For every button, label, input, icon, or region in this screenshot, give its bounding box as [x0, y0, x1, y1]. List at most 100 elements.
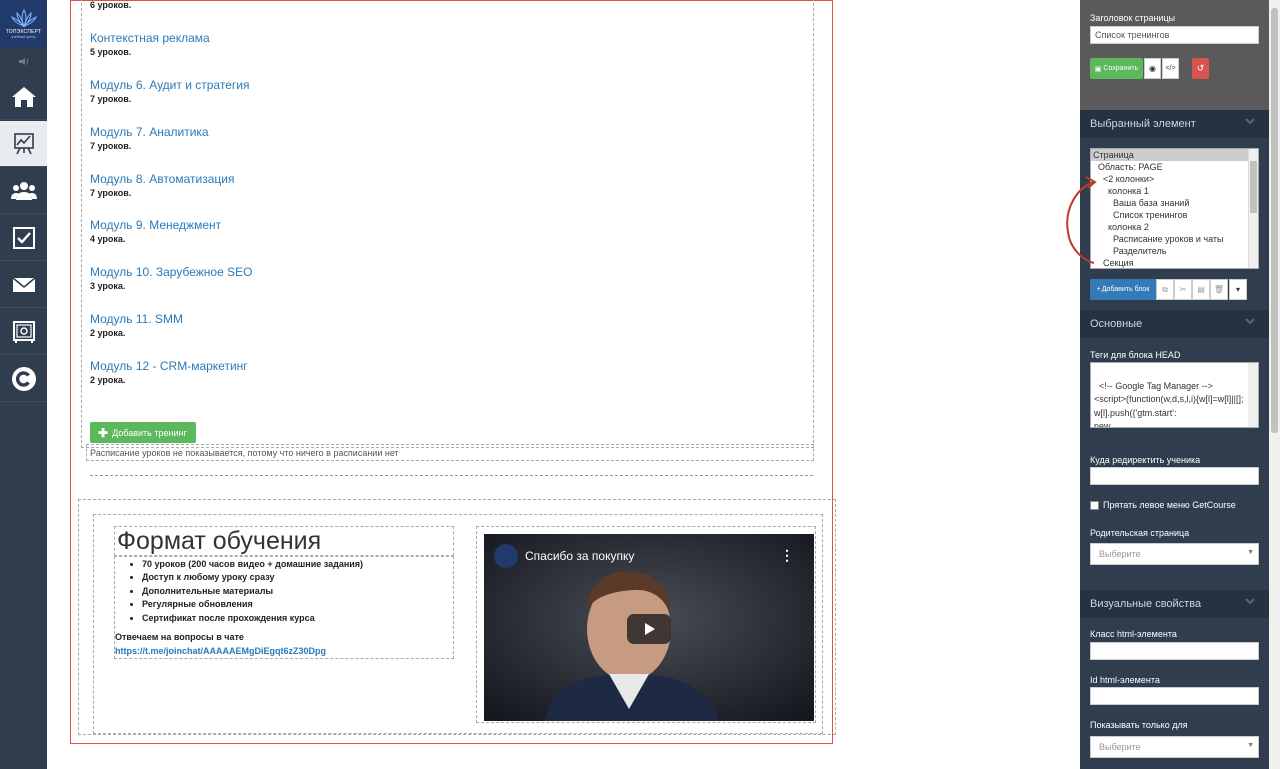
list-item: Контекстная реклама 5 уроков. — [90, 31, 210, 58]
id-input[interactable] — [1090, 687, 1259, 705]
scroll-thumb[interactable] — [1271, 8, 1278, 433]
course-title[interactable]: Модуль 9. Менеджмент — [90, 218, 221, 232]
selected-element-header[interactable]: Выбранный элемент — [1080, 110, 1269, 138]
page-scrollbar[interactable] — [1269, 0, 1280, 769]
redirect-input[interactable] — [1090, 467, 1259, 485]
list-item: Регулярные обновления — [142, 598, 363, 611]
nav-messages[interactable] — [0, 262, 47, 308]
delete-button[interactable]: 🗑 — [1210, 279, 1228, 300]
class-input[interactable] — [1090, 642, 1259, 660]
play-button[interactable] — [627, 614, 671, 644]
more-actions-dropdown[interactable]: ▾ — [1229, 279, 1247, 300]
show-only-select[interactable]: Выберите ▼ — [1090, 736, 1259, 758]
add-training-button[interactable]: ✚ Добавить тренинг — [90, 422, 196, 443]
basic-section-header[interactable]: Основные — [1080, 310, 1269, 338]
code-button[interactable]: </> — [1162, 58, 1179, 79]
save-button[interactable]: ▣ Сохранить — [1090, 58, 1143, 79]
nav-users[interactable] — [0, 168, 47, 214]
tree-item[interactable]: колонка 1 — [1091, 185, 1258, 197]
paste-icon: ▤ — [1197, 285, 1205, 294]
nav-getcourse[interactable] — [0, 356, 47, 402]
lotus-logo-icon — [10, 8, 37, 28]
copy-button[interactable]: ⧉ — [1156, 279, 1174, 300]
course-title[interactable]: Контекстная реклама — [90, 31, 210, 45]
tasks-checkbox-icon — [12, 226, 35, 249]
course-lessons-count: 3 урока. — [90, 281, 126, 291]
list-item: Модуль 11. SMM 2 урока. — [90, 312, 183, 339]
list-item: Модуль 10. Зарубежное SEO 3 урока. — [90, 265, 252, 292]
tree-item[interactable]: Ваша база знаний — [1091, 197, 1258, 209]
nav-tasks[interactable] — [0, 215, 47, 261]
select-placeholder: Выберите — [1099, 742, 1141, 752]
preview-button[interactable]: ◉ — [1144, 58, 1161, 79]
tree-item[interactable]: Разделитель — [1091, 245, 1258, 257]
visual-section-header[interactable]: Визуальные свойства — [1080, 590, 1269, 618]
users-icon — [10, 181, 37, 200]
video-title[interactable]: Спасибо за покупку — [525, 549, 634, 563]
tree-scrollbar[interactable] — [1248, 149, 1258, 268]
home-icon — [11, 86, 36, 107]
video-player[interactable]: Спасибо за покупку ⋮ — [484, 534, 814, 721]
element-tree[interactable]: Страница Область: PAGE <2 колонки> колон… — [1090, 148, 1259, 269]
chevron-down-icon — [1245, 118, 1255, 125]
sound-icon[interactable] — [0, 50, 47, 72]
list-item: Модуль 7. Аналитика 7 уроков. — [90, 125, 209, 152]
tree-item[interactable]: Секция — [1091, 257, 1258, 268]
channel-avatar[interactable] — [494, 544, 518, 568]
chart-icon — [13, 132, 34, 154]
add-training-label: Добавить тренинг — [112, 427, 187, 438]
caret-down-icon: ▼ — [1247, 549, 1254, 556]
course-lessons-count: 7 уроков. — [90, 94, 132, 104]
course-lessons-count: 7 уроков. — [90, 188, 132, 198]
telegram-chat-link[interactable]: https://t.me/joinchat/AAAAAEMgDiEgqt6zZ3… — [115, 646, 326, 656]
trash-icon: 🗑 — [1213, 285, 1225, 294]
select-placeholder: Выберите — [1099, 549, 1141, 559]
nav-sales[interactable] — [0, 309, 47, 355]
format-title: Формат обучения — [117, 527, 322, 555]
annotation-arrow — [1066, 176, 1097, 264]
course-lessons-count: 2 урока. — [90, 375, 126, 385]
tree-item[interactable]: Страница — [1091, 149, 1258, 161]
page-title-input[interactable]: Список тренингов — [1090, 26, 1259, 44]
section-title: Визуальные свойства — [1090, 598, 1202, 610]
head-tags-value: <!-- Google Tag Manager --> <script>(fun… — [1094, 380, 1244, 428]
list-item: 70 уроков (200 часов видео + домашние за… — [142, 558, 363, 571]
logo[interactable]: ТОПЭКСПЕРТ учебный центр — [0, 0, 47, 47]
paste-button[interactable]: ▤ — [1192, 279, 1210, 300]
tree-item[interactable]: Область: PAGE — [1091, 161, 1258, 173]
eye-icon: ◉ — [1149, 64, 1156, 73]
left-nav: ТОПЭКСПЕРТ учебный центр — [0, 0, 47, 769]
divider — [90, 475, 813, 476]
play-icon — [645, 623, 655, 635]
head-tags-textarea[interactable]: <!-- Google Tag Manager --> <script>(fun… — [1090, 362, 1259, 428]
course-title[interactable]: Модуль 6. Аудит и стратегия — [90, 78, 249, 92]
tree-item[interactable]: Список тренингов — [1091, 209, 1258, 221]
add-block-button[interactable]: + Добавить блок — [1090, 279, 1156, 300]
parent-page-select[interactable]: Выберите ▼ — [1090, 543, 1259, 565]
course-title[interactable]: Модуль 10. Зарубежное SEO — [90, 265, 252, 279]
section-title: Выбранный элемент — [1090, 118, 1196, 130]
mail-icon — [11, 276, 36, 292]
hide-menu-checkbox[interactable] — [1090, 501, 1099, 510]
course-title[interactable]: Модуль 12 - CRM-маркетинг — [90, 359, 248, 373]
more-vertical-icon[interactable]: ⋮ — [780, 547, 794, 564]
course-title[interactable]: Модуль 11. SMM — [90, 312, 183, 326]
tree-item[interactable]: Расписание уроков и чаты — [1091, 233, 1258, 245]
save-label: Сохранить — [1103, 65, 1139, 72]
getcourse-icon — [11, 366, 36, 391]
add-block-label: Добавить блок — [1101, 286, 1150, 293]
revert-button[interactable]: ↺ — [1192, 58, 1209, 79]
redirect-label: Куда редиректить ученика — [1090, 455, 1201, 465]
scroll-thumb[interactable] — [1250, 161, 1257, 213]
cut-button[interactable]: ✂ — [1174, 279, 1192, 300]
tree-item[interactable]: колонка 2 — [1091, 221, 1258, 233]
textarea-scrollbar[interactable] — [1248, 363, 1258, 427]
section-title: Основные — [1090, 318, 1143, 330]
nav-home[interactable] — [0, 74, 47, 120]
schedule-note: Расписание уроков не показывается, потом… — [90, 448, 399, 458]
course-title[interactable]: Модуль 7. Аналитика — [90, 125, 209, 139]
nav-reports[interactable] — [0, 121, 47, 167]
tree-item[interactable]: <2 колонки> — [1091, 173, 1258, 185]
course-title[interactable]: Модуль 8. Автоматизация — [90, 172, 234, 186]
list-item: Модуль 12 - CRM-маркетинг 2 урока. — [90, 359, 248, 386]
